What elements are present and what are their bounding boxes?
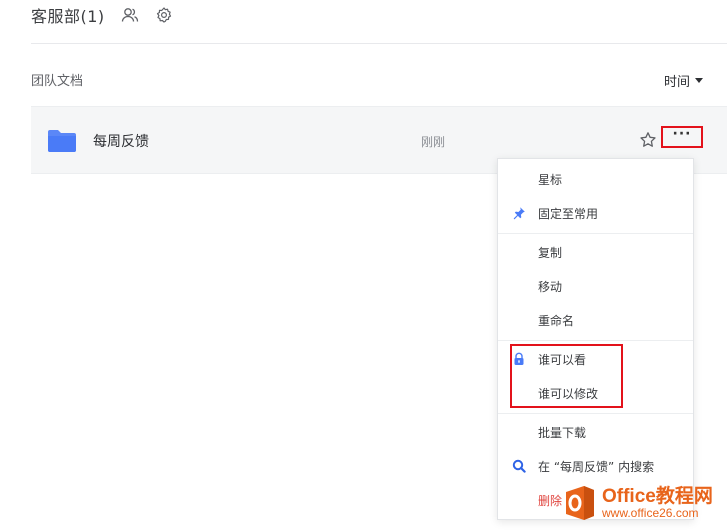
watermark: Office教程网 www.office26.com bbox=[562, 480, 727, 526]
menu-item-batch-download[interactable]: 批量下载 bbox=[498, 415, 693, 449]
sort-label: 时间 bbox=[663, 75, 690, 90]
file-name[interactable]: 每周反馈 bbox=[93, 131, 149, 151]
menu-divider bbox=[498, 413, 693, 414]
office-logo-icon bbox=[566, 486, 594, 520]
settings-icon[interactable] bbox=[155, 6, 173, 24]
header: 客服部(1) bbox=[31, 0, 173, 30]
menu-item-rename[interactable]: 重命名 bbox=[498, 303, 693, 337]
star-icon[interactable] bbox=[639, 131, 657, 149]
more-options-button[interactable]: ··· bbox=[661, 126, 703, 148]
menu-item-who-can-edit[interactable]: 谁可以修改 bbox=[498, 376, 693, 410]
pin-icon bbox=[513, 207, 525, 220]
caret-down-icon bbox=[695, 78, 703, 83]
page-title: 客服部(1) bbox=[31, 7, 105, 26]
header-divider bbox=[31, 43, 727, 44]
menu-divider bbox=[498, 233, 693, 234]
file-time: 刚刚 bbox=[421, 135, 446, 149]
menu-item-move[interactable]: 移动 bbox=[498, 269, 693, 303]
members-icon[interactable] bbox=[121, 6, 139, 24]
folder-icon bbox=[48, 130, 76, 152]
menu-item-who-can-view[interactable]: 谁可以看 bbox=[498, 342, 693, 376]
watermark-brand: Office教程网 bbox=[602, 485, 713, 507]
more-icon: ··· bbox=[672, 126, 692, 142]
lock-icon bbox=[514, 352, 524, 365]
section-label: 团队文档 bbox=[31, 74, 84, 89]
menu-item-copy[interactable]: 复制 bbox=[498, 235, 693, 269]
menu-item-search-in-folder[interactable]: 在 “每周反馈” 内搜索 bbox=[498, 449, 693, 483]
context-menu: 星标 固定至常用 复制 移动 重命名 谁可以看 谁可以修改 批量下载 在 “每周… bbox=[497, 158, 694, 520]
menu-item-pin[interactable]: 固定至常用 bbox=[498, 196, 693, 230]
menu-divider bbox=[498, 340, 693, 341]
menu-item-star[interactable]: 星标 bbox=[498, 162, 693, 196]
sort-dropdown[interactable]: 时间 bbox=[664, 71, 703, 90]
search-icon bbox=[512, 459, 526, 473]
watermark-url: www.office26.com bbox=[602, 505, 699, 520]
